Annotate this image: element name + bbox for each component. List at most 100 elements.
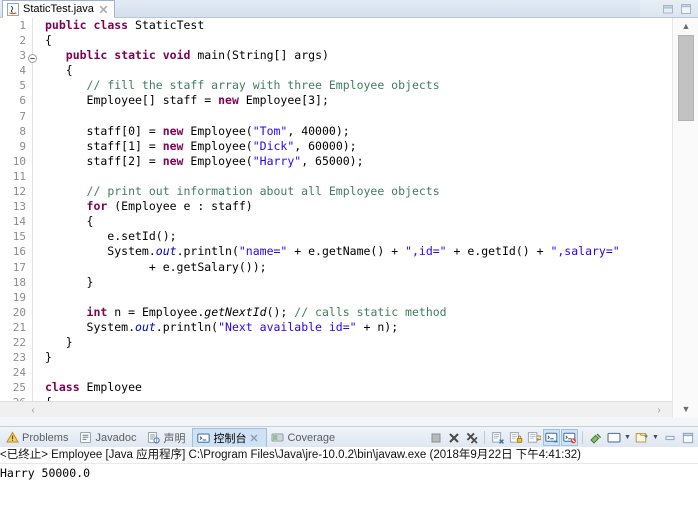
code-line-text: } bbox=[45, 274, 94, 289]
editor-vertical-scrollbar[interactable]: ▲ ▼ bbox=[672, 18, 698, 418]
editor-horizontal-scrollbar[interactable]: ‹ › bbox=[0, 401, 672, 417]
console-output-text: Harry 50000.0 bbox=[0, 466, 91, 480]
display-console-button[interactable] bbox=[605, 429, 622, 446]
code-line[interactable]: 4 { bbox=[0, 63, 670, 78]
eclipse-ide-window: StaticTest.java 1 public class StaticTes… bbox=[0, 0, 698, 520]
open-console-button[interactable] bbox=[633, 429, 650, 446]
code-line[interactable]: 12 // print out information about all Em… bbox=[0, 184, 670, 199]
declaration-icon bbox=[147, 431, 161, 444]
code-line[interactable]: 7 bbox=[0, 109, 670, 124]
code-line[interactable]: 18 } bbox=[0, 275, 670, 290]
show-console-stderr-button[interactable] bbox=[561, 429, 578, 446]
console-view[interactable]: <已终止> Employee [Java 应用程序] C:\Program Fi… bbox=[0, 447, 698, 520]
line-number: 16 bbox=[12, 245, 26, 259]
code-line[interactable]: 22 } bbox=[0, 335, 670, 350]
maximize-view-button[interactable] bbox=[679, 429, 696, 446]
code-line[interactable]: 19 bbox=[0, 290, 670, 305]
pin-console-button[interactable] bbox=[587, 429, 604, 446]
fold-collapse-icon[interactable] bbox=[28, 52, 37, 64]
view-tab-console[interactable]: 控制台 bbox=[192, 427, 268, 448]
line-number: 24 bbox=[12, 366, 26, 380]
chevron-down-icon[interactable]: ▼ bbox=[651, 429, 660, 446]
code-line-text: } bbox=[45, 350, 52, 365]
line-number: 17 bbox=[12, 260, 26, 274]
code-line-text: System.out.println("Next available id=" … bbox=[45, 319, 399, 334]
code-line-text: // print out information about all Emplo… bbox=[86, 184, 440, 199]
code-line[interactable]: 5 // fill the staff array with three Emp… bbox=[0, 78, 670, 93]
chevron-down-icon[interactable]: ▼ bbox=[623, 429, 632, 446]
maximize-button[interactable] bbox=[679, 3, 693, 16]
word-wrap-button[interactable] bbox=[525, 429, 542, 446]
code-line[interactable]: 3 public static void main(String[] args) bbox=[0, 48, 670, 64]
scroll-left-icon[interactable]: ‹ bbox=[26, 403, 40, 417]
console-icon bbox=[197, 432, 211, 445]
close-icon[interactable] bbox=[249, 433, 259, 443]
code-line-text: { bbox=[45, 63, 73, 78]
code-line[interactable]: 9 staff[1] = new Employee("Dick", 60000)… bbox=[0, 139, 670, 154]
code-line[interactable]: 17 + e.getSalary()); bbox=[0, 260, 670, 275]
toolbar-separator bbox=[484, 431, 485, 444]
code-line-text: e.setId(); bbox=[45, 229, 177, 244]
scroll-right-icon[interactable]: › bbox=[652, 403, 666, 417]
line-number: 8 bbox=[19, 124, 26, 138]
source-code-text[interactable]: 1 public class StaticTest 2{3 public stati… bbox=[0, 18, 670, 401]
code-line[interactable]: 8 staff[0] = new Employee("Tom", 40000); bbox=[0, 124, 670, 139]
show-console-stdout-button[interactable] bbox=[543, 429, 560, 446]
view-tab-coverage[interactable]: Coverage bbox=[267, 428, 342, 448]
code-line[interactable]: 10 staff[2] = new Employee("Harry", 6500… bbox=[0, 154, 670, 169]
code-line-text: } bbox=[45, 334, 73, 349]
view-tab-label: 控制台 bbox=[213, 433, 247, 445]
code-line[interactable]: 13 for (Employee e : staff) bbox=[0, 199, 670, 214]
javadoc-icon bbox=[79, 431, 92, 444]
code-line[interactable]: 21 System.out.println("Next available id… bbox=[0, 320, 670, 335]
view-tab-javadoc[interactable]: Javadoc bbox=[75, 428, 143, 448]
bottom-view-tab-bar: Problems Javadoc 声明 控制台 Coverage ▼ ▼ bbox=[0, 426, 698, 448]
code-line[interactable]: 25 class Employee bbox=[0, 380, 670, 395]
code-line[interactable]: 6 Employee[] staff = new Employee[3]; bbox=[0, 93, 670, 108]
remove-all-launches-button[interactable] bbox=[463, 429, 480, 446]
scrollbar-thumb[interactable] bbox=[678, 35, 694, 121]
code-editor[interactable]: 1 public class StaticTest 2{3 public stati… bbox=[0, 18, 698, 401]
toolbar-separator bbox=[582, 431, 583, 444]
terminate-button[interactable] bbox=[427, 429, 444, 446]
code-line-text: Employee[] staff = new Employee[3]; bbox=[45, 93, 329, 108]
code-line-text: { bbox=[45, 33, 52, 48]
code-line[interactable]: 14 { bbox=[0, 214, 670, 229]
code-line[interactable]: 20 int n = Employee.getNextId(); // call… bbox=[0, 305, 670, 320]
code-line[interactable]: 16 System.out.println("name=" + e.getNam… bbox=[0, 244, 670, 259]
editor-tabbar-empty-area bbox=[116, 0, 640, 17]
editor-tab-statictest[interactable]: StaticTest.java bbox=[2, 0, 115, 18]
code-line-text: // fill the staff array with three Emplo… bbox=[86, 78, 440, 93]
view-tab-problems[interactable]: Problems bbox=[2, 428, 75, 448]
view-tab-declaration[interactable]: 声明 bbox=[143, 428, 192, 448]
scroll-lock-button[interactable] bbox=[507, 429, 524, 446]
code-line[interactable]: 2{ bbox=[0, 33, 670, 48]
minimize-view-button[interactable] bbox=[661, 429, 678, 446]
line-number: 12 bbox=[12, 185, 26, 199]
view-tab-list: Problems Javadoc 声明 控制台 Coverage bbox=[2, 427, 342, 448]
code-line-text: public class StaticTest bbox=[45, 18, 205, 32]
remove-launch-button[interactable] bbox=[445, 429, 462, 446]
code-line[interactable]: 11 bbox=[0, 169, 670, 184]
line-number: 23 bbox=[12, 351, 26, 365]
line-number: 7 bbox=[19, 109, 26, 123]
view-tab-label: 声明 bbox=[163, 432, 186, 445]
code-line[interactable]: 23} bbox=[0, 350, 670, 365]
clear-console-button[interactable] bbox=[489, 429, 506, 446]
scroll-down-icon[interactable]: ▼ bbox=[678, 402, 694, 416]
console-launch-header: <已终止> Employee [Java 应用程序] C:\Program Fi… bbox=[0, 447, 698, 464]
code-line-text: + e.getSalary()); bbox=[45, 259, 267, 274]
code-line[interactable]: 1 public class StaticTest bbox=[0, 18, 670, 33]
java-file-icon bbox=[7, 2, 19, 16]
code-line[interactable]: 15 e.setId(); bbox=[0, 229, 670, 244]
console-toolbar: ▼ ▼ bbox=[427, 428, 696, 447]
minimize-button[interactable] bbox=[661, 3, 675, 16]
line-number: 1 bbox=[19, 19, 26, 32]
line-number: 15 bbox=[12, 230, 26, 244]
close-icon[interactable] bbox=[98, 4, 109, 15]
line-number: 11 bbox=[12, 169, 26, 183]
code-line[interactable]: 24 bbox=[0, 365, 670, 380]
line-number: 10 bbox=[12, 154, 26, 168]
scroll-up-icon[interactable]: ▲ bbox=[678, 19, 694, 33]
editor-window-buttons bbox=[642, 1, 696, 17]
